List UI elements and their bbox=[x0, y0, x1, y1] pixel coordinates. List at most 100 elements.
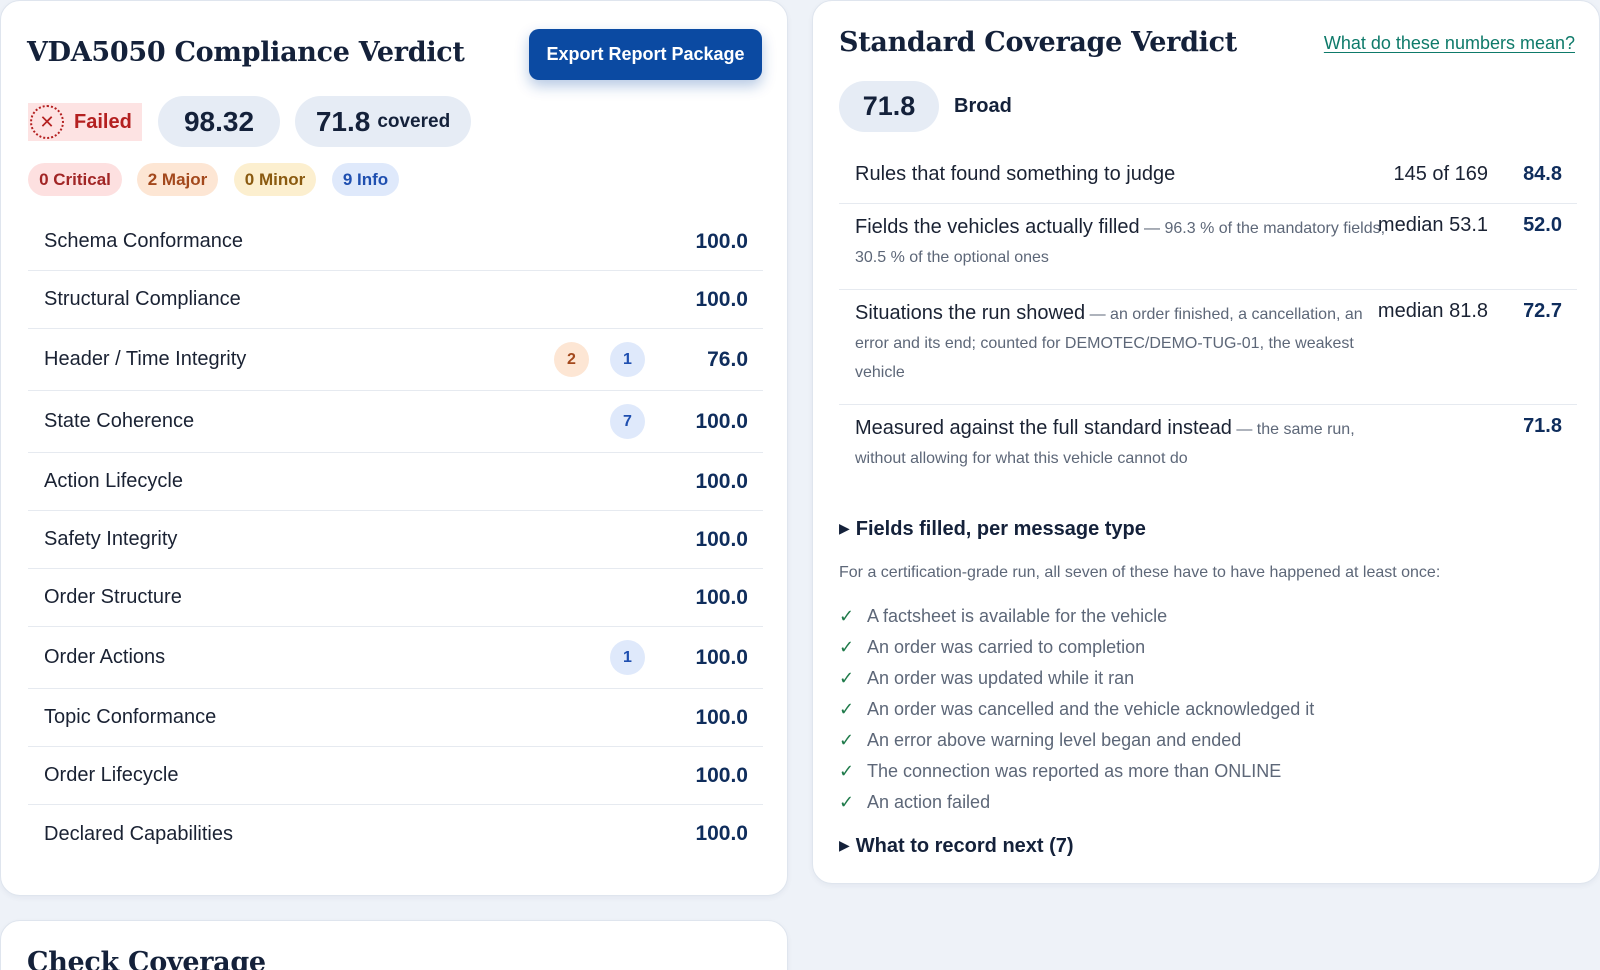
coverage-metric-row: Rules that found something to judge 145 o… bbox=[839, 153, 1577, 204]
check-score: 100.0 bbox=[695, 469, 748, 493]
metric-score: 84.8 bbox=[1523, 163, 1562, 185]
check-row[interactable]: Schema Conformance 100.0 bbox=[28, 213, 763, 271]
check-score: 100.0 bbox=[695, 763, 748, 787]
coverage-verdict-card: Standard Coverage Verdict What do these … bbox=[812, 0, 1600, 884]
check-score: 100.0 bbox=[695, 527, 748, 551]
requirement-item: ✓ An order was cancelled and the vehicle … bbox=[839, 694, 1314, 725]
metric-title: Measured against the full standard inste… bbox=[855, 417, 1232, 439]
check-coverage-card: Check Coverage bbox=[0, 920, 788, 970]
check-name: Safety Integrity bbox=[44, 528, 178, 550]
check-category-list: Schema Conformance 100.0 Structural Compli… bbox=[28, 213, 763, 863]
check-name: Structural Compliance bbox=[44, 288, 241, 310]
coverage-level-label: Broad bbox=[954, 95, 1012, 117]
triangle-right-icon: ▶ bbox=[839, 520, 850, 536]
check-row[interactable]: Order Actions 1 100.0 bbox=[28, 627, 763, 689]
info-finding-badge[interactable]: 7 bbox=[610, 404, 645, 439]
check-row[interactable]: Order Lifecycle 100.0 bbox=[28, 747, 763, 805]
check-row[interactable]: Safety Integrity 100.0 bbox=[28, 511, 763, 569]
check-row[interactable]: Order Structure 100.0 bbox=[28, 569, 763, 627]
metric-title: Rules that found something to judge bbox=[855, 163, 1176, 185]
check-row[interactable]: Declared Capabilities 100.0 bbox=[28, 805, 763, 863]
requirement-text: An order was updated while it ran bbox=[867, 668, 1135, 688]
critical-count-badge[interactable]: 0 Critical bbox=[28, 163, 122, 196]
requirement-text: A factsheet is available for the vehicle bbox=[867, 606, 1168, 626]
checkmark-icon: ✓ bbox=[839, 606, 855, 626]
metric-text: Fields the vehicles actually filled — 96… bbox=[855, 214, 1397, 272]
compliance-verdict-card: VDA5050 Compliance Verdict Export Report… bbox=[0, 0, 788, 896]
metric-median: median 53.1 bbox=[1377, 214, 1488, 236]
compliance-score: 98.32 bbox=[183, 105, 255, 137]
check-name: Order Structure bbox=[44, 586, 182, 608]
metric-score: 71.8 bbox=[1523, 415, 1562, 437]
covered-value: 71.8 bbox=[315, 105, 371, 137]
check-row[interactable]: State Coherence 7 100.0 bbox=[28, 391, 763, 453]
coverage-metric-row: Situations the run showed — an order fin… bbox=[839, 290, 1577, 405]
requirement-item: ✓ The connection was reported as more tha… bbox=[839, 756, 1314, 787]
compliance-title: VDA5050 Compliance Verdict bbox=[27, 37, 465, 68]
covered-pill: 71.8 covered bbox=[295, 96, 471, 147]
checkmark-icon: ✓ bbox=[839, 699, 855, 719]
metric-title: Fields the vehicles actually filled bbox=[855, 216, 1140, 238]
minor-count-badge[interactable]: 0 Minor bbox=[234, 163, 316, 196]
coverage-metric-row: Measured against the full standard inste… bbox=[839, 405, 1577, 513]
info-finding-badge[interactable]: 1 bbox=[610, 342, 645, 377]
checkmark-icon: ✓ bbox=[839, 668, 855, 688]
metric-median: median 81.8 bbox=[1377, 300, 1488, 322]
requirement-text: An order was cancelled and the vehicle a… bbox=[867, 699, 1315, 719]
metric-text: Situations the run showed — an order fin… bbox=[855, 300, 1397, 387]
record-next-disclosure[interactable]: ▶ What to record next (7) bbox=[839, 835, 1074, 858]
check-name: Order Lifecycle bbox=[44, 764, 179, 786]
metric-score: 72.7 bbox=[1523, 300, 1562, 322]
requirement-text: An error above warning level began and e… bbox=[867, 730, 1242, 750]
disclosure-label: Fields filled, per message type bbox=[855, 518, 1146, 540]
info-count-badge[interactable]: 9 Info bbox=[332, 163, 399, 196]
major-count-badge[interactable]: 2 Major bbox=[137, 163, 218, 196]
requirement-item: ✓ A factsheet is available for the vehicl… bbox=[839, 601, 1314, 632]
check-name: Topic Conformance bbox=[44, 706, 217, 728]
verdict-label: Failed bbox=[74, 110, 132, 133]
check-score: 76.0 bbox=[707, 347, 748, 371]
check-row[interactable]: Action Lifecycle 100.0 bbox=[28, 453, 763, 511]
check-row[interactable]: Header / Time Integrity 2 1 76.0 bbox=[28, 329, 763, 391]
x-circle-icon: ✕ bbox=[30, 105, 64, 139]
covered-label: covered bbox=[377, 110, 451, 132]
check-name: Action Lifecycle bbox=[44, 470, 183, 492]
coverage-score: 71.8 bbox=[862, 91, 916, 121]
requirement-item: ✓ An error above warning level began and … bbox=[839, 725, 1314, 756]
metric-score: 52.0 bbox=[1523, 214, 1562, 236]
requirements-intro: For a certification-grade run, all seven… bbox=[839, 564, 1441, 581]
compliance-score-pill: 98.32 bbox=[158, 96, 280, 147]
requirement-text: An order was carried to completion bbox=[867, 637, 1146, 657]
check-score: 100.0 bbox=[695, 229, 748, 253]
check-name: Order Actions bbox=[44, 646, 166, 668]
check-row[interactable]: Structural Compliance 100.0 bbox=[28, 271, 763, 329]
requirement-item: ✓ An order was carried to completion bbox=[839, 632, 1314, 663]
major-finding-badge[interactable]: 2 bbox=[554, 342, 589, 377]
check-coverage-title: Check Coverage bbox=[27, 947, 266, 970]
fields-per-message-disclosure[interactable]: ▶ Fields filled, per message type bbox=[839, 518, 1146, 541]
requirement-item: ✓ An action failed bbox=[839, 787, 1314, 818]
numbers-help-link[interactable]: What do these numbers mean? bbox=[1324, 33, 1575, 54]
metric-text: Measured against the full standard inste… bbox=[855, 415, 1397, 473]
metric-title: Situations the run showed bbox=[855, 302, 1086, 324]
coverage-metric-list: Rules that found something to judge 145 o… bbox=[839, 153, 1577, 513]
check-score: 100.0 bbox=[695, 645, 748, 669]
requirements-list: ✓ A factsheet is available for the vehicl… bbox=[839, 601, 1314, 818]
checkmark-icon: ✓ bbox=[839, 761, 855, 781]
metric-text: Rules that found something to judge bbox=[855, 163, 1397, 186]
requirement-text: The connection was reported as more than… bbox=[867, 761, 1282, 781]
coverage-score-pill: 71.8 bbox=[839, 81, 939, 132]
check-name: Declared Capabilities bbox=[44, 822, 233, 845]
check-name: Header / Time Integrity bbox=[44, 348, 247, 370]
export-report-button[interactable]: Export Report Package bbox=[529, 29, 762, 80]
check-row[interactable]: Topic Conformance 100.0 bbox=[28, 689, 763, 747]
check-score: 100.0 bbox=[695, 409, 748, 433]
checkmark-icon: ✓ bbox=[839, 730, 855, 750]
check-score: 100.0 bbox=[695, 822, 748, 845]
check-score: 100.0 bbox=[695, 585, 748, 609]
info-finding-badge[interactable]: 1 bbox=[610, 640, 645, 675]
check-score: 100.0 bbox=[695, 287, 748, 311]
check-name: Schema Conformance bbox=[44, 230, 243, 252]
checkmark-icon: ✓ bbox=[839, 637, 855, 657]
disclosure-label: What to record next (7) bbox=[855, 835, 1074, 857]
